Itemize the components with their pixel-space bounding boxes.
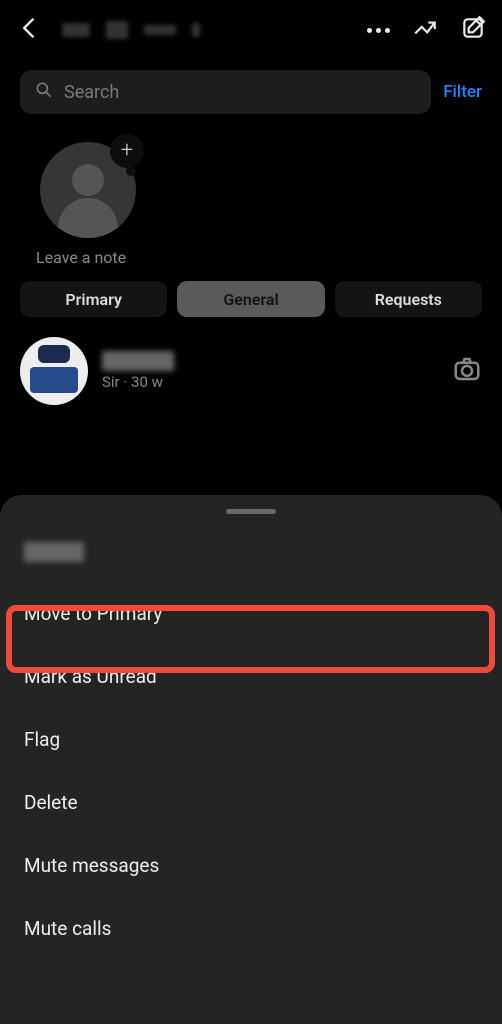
camera-icon[interactable] — [452, 354, 482, 388]
sheet-handle[interactable] — [226, 509, 276, 514]
top-actions — [367, 15, 486, 45]
tab-general[interactable]: General — [177, 281, 324, 317]
search-row: Search Filter — [0, 60, 502, 114]
sheet-header-redacted: █████ — [24, 542, 84, 562]
back-icon[interactable] — [16, 14, 44, 46]
action-sheet: █████ Move to Primary Mark as Unread Fla… — [0, 495, 502, 1024]
top-bar — [0, 0, 502, 60]
search-placeholder: Search — [64, 82, 119, 103]
chat-avatar — [20, 337, 88, 405]
leave-note-label: Leave a note — [36, 248, 502, 267]
sheet-item-flag[interactable]: Flag — [0, 708, 502, 771]
chat-name-redacted: ██████ — [102, 351, 174, 371]
tab-primary[interactable]: Primary — [20, 281, 167, 317]
compose-icon[interactable] — [460, 15, 486, 45]
chat-row[interactable]: ██████ Sir · 30 w — [0, 317, 502, 405]
search-icon — [34, 80, 54, 104]
sheet-item-mark-as-unread[interactable]: Mark as Unread — [0, 645, 502, 708]
sheet-item-mute-calls[interactable]: Mute calls — [0, 897, 502, 960]
sheet-item-mute-messages[interactable]: Mute messages — [0, 834, 502, 897]
sheet-list: Move to Primary Mark as Unread Flag Dele… — [0, 582, 502, 960]
sheet-item-move-to-primary[interactable]: Move to Primary — [0, 582, 502, 645]
chat-name: ██████ — [102, 351, 438, 371]
plus-icon — [110, 134, 144, 168]
chat-info: ██████ Sir · 30 w — [102, 351, 438, 391]
filter-link[interactable]: Filter — [443, 82, 482, 102]
chat-subtitle: Sir · 30 w — [102, 373, 438, 391]
activity-icon[interactable] — [412, 15, 438, 45]
sheet-item-delete[interactable]: Delete — [0, 771, 502, 834]
tab-requests[interactable]: Requests — [335, 281, 482, 317]
note-area: Leave a note — [0, 114, 502, 267]
inbox-tabs: Primary General Requests — [0, 267, 502, 317]
account-title-redacted — [62, 21, 349, 39]
leave-note-avatar[interactable] — [40, 142, 136, 238]
search-input[interactable]: Search — [20, 70, 431, 114]
more-icon[interactable] — [367, 28, 390, 33]
sheet-header: █████ — [0, 542, 502, 582]
